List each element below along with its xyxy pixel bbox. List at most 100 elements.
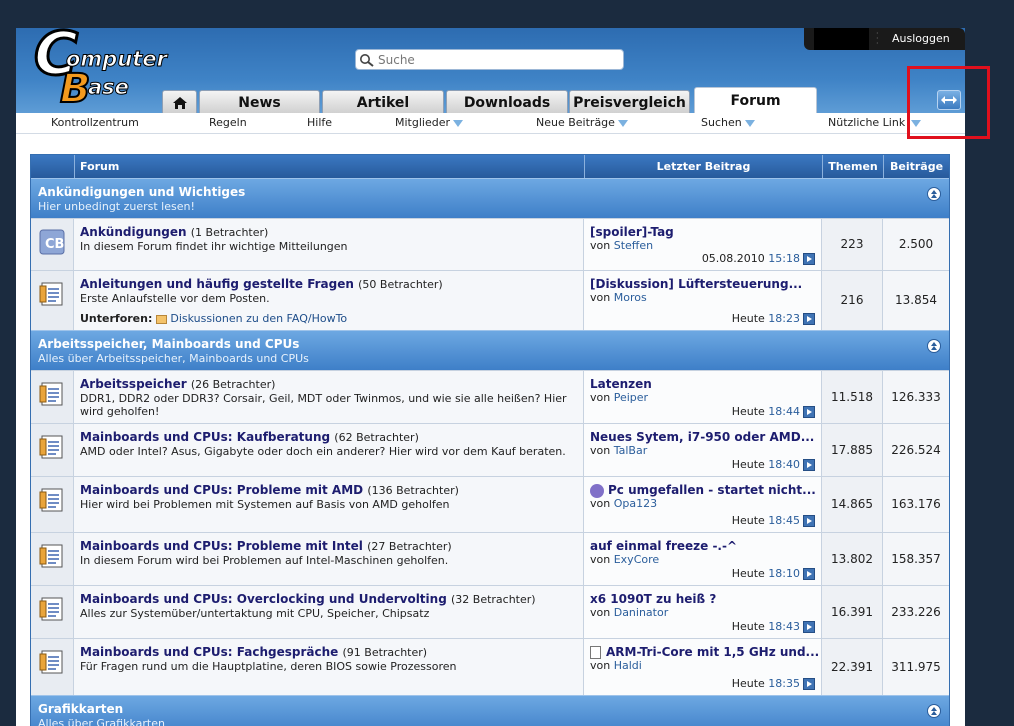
go-to-last-post-icon[interactable]: [803, 253, 815, 265]
forum-icon-cell: [31, 586, 74, 638]
forum-title[interactable]: Arbeitsspeicher (26 Betrachter): [80, 377, 275, 391]
forum-title[interactable]: Mainboards und CPUs: Probleme mit Intel …: [80, 539, 452, 553]
last-post-author: von TalBar: [590, 444, 647, 457]
category-header: Arbeitsspeicher, Mainboards und CPUs Alle…: [31, 330, 949, 370]
category-title[interactable]: Arbeitsspeicher, Mainboards und CPUs: [38, 337, 299, 351]
last-post-title[interactable]: Pc umgefallen - startet nicht...: [590, 483, 816, 498]
forum-cell: Anleitungen und häufig gestellte Fragen …: [74, 271, 584, 330]
forum-row: Mainboards und CPUs: Kaufberatung (62 Be…: [31, 423, 949, 476]
tab-news[interactable]: News: [199, 90, 320, 114]
tab-home[interactable]: [162, 90, 197, 114]
forum-title-link[interactable]: Ankündigungen: [80, 225, 187, 239]
search-box[interactable]: [355, 49, 624, 70]
svg-text:CB: CB: [45, 237, 64, 252]
go-to-last-post-icon[interactable]: [803, 568, 815, 580]
browser-page: C omputer B ase ··· Ausloggen News Artik…: [16, 28, 965, 726]
column-header-posts: Beiträge: [883, 155, 949, 178]
subforums: Unterforen: Diskussionen zu den FAQ/HowTo: [80, 312, 347, 325]
subnav-regeln[interactable]: Regeln: [209, 116, 247, 129]
last-post-title[interactable]: [spoiler]-Tag: [590, 225, 674, 239]
forum-title[interactable]: Mainboards und CPUs: Kaufberatung (62 Be…: [80, 430, 419, 444]
forum-description: Alles zur Systemüber/untertaktung mit CP…: [80, 607, 430, 620]
subnav-neue-beitraege[interactable]: Neue Beiträge: [536, 116, 628, 129]
last-post-link[interactable]: auf einmal freeze -.-^: [590, 539, 737, 553]
forum-row: Mainboards und CPUs: Probleme mit Intel …: [31, 532, 949, 585]
tab-preisvergleich[interactable]: Preisvergleich: [569, 90, 690, 114]
logout-link[interactable]: Ausloggen: [892, 32, 950, 45]
forum-row: Mainboards und CPUs: Overclocking und Un…: [31, 585, 949, 638]
forum-title-link[interactable]: Mainboards und CPUs: Probleme mit AMD: [80, 483, 363, 497]
collapse-icon[interactable]: [927, 339, 941, 353]
author-link[interactable]: Opa123: [614, 497, 657, 510]
forum-title-link[interactable]: Mainboards und CPUs: Fachgespräche: [80, 645, 338, 659]
author-link[interactable]: ExyCore: [614, 553, 659, 566]
last-post-author: von Steffen: [590, 239, 653, 252]
category-title[interactable]: Grafikkarten: [38, 702, 123, 716]
forum-title-link[interactable]: Mainboards und CPUs: Probleme mit Intel: [80, 539, 363, 553]
highlight-box: [907, 66, 990, 139]
category-title[interactable]: Ankündigungen und Wichtiges: [38, 185, 245, 199]
author-link[interactable]: Daninator: [614, 606, 669, 619]
forum-title-link[interactable]: Arbeitsspeicher: [80, 377, 187, 391]
go-to-last-post-icon[interactable]: [803, 313, 815, 325]
go-to-last-post-icon[interactable]: [803, 459, 815, 471]
collapse-icon[interactable]: [927, 704, 941, 718]
go-to-last-post-icon[interactable]: [803, 621, 815, 633]
tab-forum[interactable]: Forum: [694, 87, 817, 114]
author-link[interactable]: Moros: [614, 291, 647, 304]
subforum-link[interactable]: Diskussionen zu den FAQ/HowTo: [170, 312, 347, 325]
forum-status-icon: [39, 282, 63, 306]
go-to-last-post-icon[interactable]: [803, 515, 815, 527]
last-post-author: von Moros: [590, 291, 647, 304]
posts-cell: 226.524: [883, 424, 949, 476]
last-post-link[interactable]: Latenzen: [590, 377, 652, 391]
last-post-title[interactable]: Neues Sytem, i7-950 oder AMD...: [590, 430, 814, 444]
thread-count: 14.865: [831, 497, 873, 511]
last-post-title[interactable]: [Diskussion] Lüftersteuerung...: [590, 277, 802, 291]
threads-cell: 11.518: [822, 371, 883, 423]
collapse-icon[interactable]: [927, 187, 941, 201]
subnav-kontrollzentrum[interactable]: Kontrollzentrum: [51, 116, 139, 129]
last-post-title[interactable]: Latenzen: [590, 377, 652, 391]
go-to-last-post-icon[interactable]: [803, 406, 815, 418]
author-link[interactable]: Haldi: [614, 659, 642, 672]
posts-cell: 163.176: [883, 477, 949, 532]
author-link[interactable]: Steffen: [614, 239, 653, 252]
tab-downloads[interactable]: Downloads: [446, 90, 568, 114]
author-link[interactable]: Peiper: [614, 391, 648, 404]
forum-title[interactable]: Mainboards und CPUs: Probleme mit AMD (1…: [80, 483, 459, 497]
forum-title[interactable]: Mainboards und CPUs: Overclocking und Un…: [80, 592, 536, 606]
tab-artikel[interactable]: Artikel: [322, 90, 444, 114]
go-to-last-post-icon[interactable]: [803, 678, 815, 690]
forum-title-link[interactable]: Mainboards und CPUs: Kaufberatung: [80, 430, 330, 444]
thread-count: 11.518: [831, 390, 873, 404]
search-input[interactable]: [378, 52, 618, 68]
author-link[interactable]: TalBar: [614, 444, 648, 457]
posts-cell: 126.333: [883, 371, 949, 423]
thread-count: 216: [840, 293, 864, 307]
username-redacted: [814, 28, 869, 50]
user-bar: · · · Ausloggen: [804, 28, 965, 50]
subnav-mitglieder[interactable]: Mitglieder: [395, 116, 463, 129]
last-post-link[interactable]: x6 1090T zu heiß ?: [590, 592, 716, 606]
threads-cell: 223: [822, 219, 883, 270]
last-post-title[interactable]: ARM-Tri-Core mit 1,5 GHz und...: [590, 645, 819, 659]
last-post-link[interactable]: [Diskussion] Lüftersteuerung...: [590, 277, 802, 291]
subnav-suchen[interactable]: Suchen: [701, 116, 755, 129]
subnav-hilfe[interactable]: Hilfe: [307, 116, 332, 129]
forum-title[interactable]: Anleitungen und häufig gestellte Fragen …: [80, 277, 443, 291]
forum-description: DDR1, DDR2 oder DDR3? Corsair, Geil, MDT…: [80, 392, 567, 418]
forum-status-icon: [39, 650, 63, 674]
last-post-link[interactable]: Neues Sytem, i7-950 oder AMD...: [590, 430, 814, 444]
last-post-title[interactable]: auf einmal freeze -.-^: [590, 539, 737, 553]
forum-title[interactable]: Mainboards und CPUs: Fachgespräche (91 B…: [80, 645, 427, 659]
last-post-title[interactable]: x6 1090T zu heiß ?: [590, 592, 716, 606]
forum-title-link[interactable]: Anleitungen und häufig gestellte Fragen: [80, 277, 354, 291]
forum-title-link[interactable]: Mainboards und CPUs: Overclocking und Un…: [80, 592, 447, 606]
computerbase-logo[interactable]: C omputer B ase: [26, 28, 176, 106]
last-post-link[interactable]: [spoiler]-Tag: [590, 225, 674, 239]
forum-title[interactable]: Ankündigungen (1 Betrachter): [80, 225, 268, 239]
last-post-link[interactable]: ARM-Tri-Core mit 1,5 GHz und...: [606, 645, 819, 659]
last-post-link[interactable]: Pc umgefallen - startet nicht...: [608, 483, 816, 497]
svg-text:ase: ase: [88, 75, 129, 99]
